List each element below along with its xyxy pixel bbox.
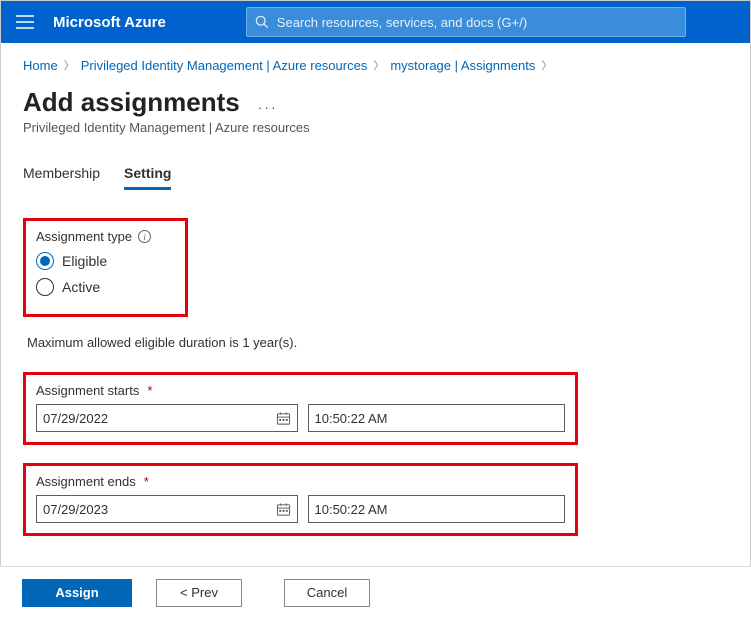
radio-active[interactable]: Active [36,278,175,296]
assignment-starts-label: Assignment starts* [36,383,565,398]
calendar-icon [276,502,291,517]
assignment-type-label: Assignment type i [36,229,175,244]
ends-time-input[interactable]: 10:50:22 AM [308,495,566,523]
search-icon [255,15,269,29]
hamburger-icon [16,15,34,29]
cancel-button[interactable]: Cancel [284,579,370,607]
footer-bar: Assign < Prev Cancel [0,566,751,618]
tab-setting[interactable]: Setting [124,159,171,190]
calendar-icon [276,411,291,426]
assignment-ends-label-text: Assignment ends [36,474,136,489]
breadcrumb: Home 〉 Privileged Identity Management | … [23,57,728,73]
radio-eligible-indicator [36,252,54,270]
info-icon[interactable]: i [138,230,151,243]
starts-date-input[interactable]: 07/29/2022 [36,404,298,432]
radio-eligible-label: Eligible [62,253,107,269]
chevron-right-icon: 〉 [539,57,554,73]
starts-date-value: 07/29/2022 [43,411,276,426]
topbar: Microsoft Azure [1,1,750,43]
hamburger-menu[interactable] [5,2,45,42]
brand-label: Microsoft Azure [53,14,166,31]
breadcrumb-home[interactable]: Home [23,58,58,73]
chevron-right-icon: 〉 [371,57,386,73]
chevron-right-icon: 〉 [62,57,77,73]
breadcrumb-pim[interactable]: Privileged Identity Management | Azure r… [81,58,368,73]
page-subtitle: Privileged Identity Management | Azure r… [23,120,728,135]
assignment-starts-label-text: Assignment starts [36,383,139,398]
breadcrumb-assignments[interactable]: mystorage | Assignments [390,58,535,73]
content-area: Home 〉 Privileged Identity Management | … [1,43,750,565]
assignment-ends-label: Assignment ends* [36,474,565,489]
tabs: Membership Setting [23,159,728,190]
assignment-type-label-text: Assignment type [36,229,132,244]
starts-time-value: 10:50:22 AM [315,411,559,426]
assignment-ends-group: Assignment ends* 07/29/2023 10:50:22 AM [23,463,578,536]
page-title: Add assignments [23,87,240,118]
assignment-type-group: Assignment type i Eligible Active [23,218,188,317]
assign-button[interactable]: Assign [22,579,132,607]
radio-active-indicator [36,278,54,296]
more-actions-button[interactable]: ··· [258,99,278,115]
prev-button[interactable]: < Prev [156,579,242,607]
ends-date-value: 07/29/2023 [43,502,276,517]
radio-eligible[interactable]: Eligible [36,252,175,270]
search-input[interactable] [277,15,677,30]
tab-membership[interactable]: Membership [23,159,100,190]
duration-note: Maximum allowed eligible duration is 1 y… [27,335,728,350]
radio-active-label: Active [62,279,100,295]
global-search[interactable] [246,7,686,37]
ends-date-input[interactable]: 07/29/2023 [36,495,298,523]
assignment-starts-group: Assignment starts* 07/29/2022 10:50:22 A… [23,372,578,445]
starts-time-input[interactable]: 10:50:22 AM [308,404,566,432]
ends-time-value: 10:50:22 AM [315,502,559,517]
